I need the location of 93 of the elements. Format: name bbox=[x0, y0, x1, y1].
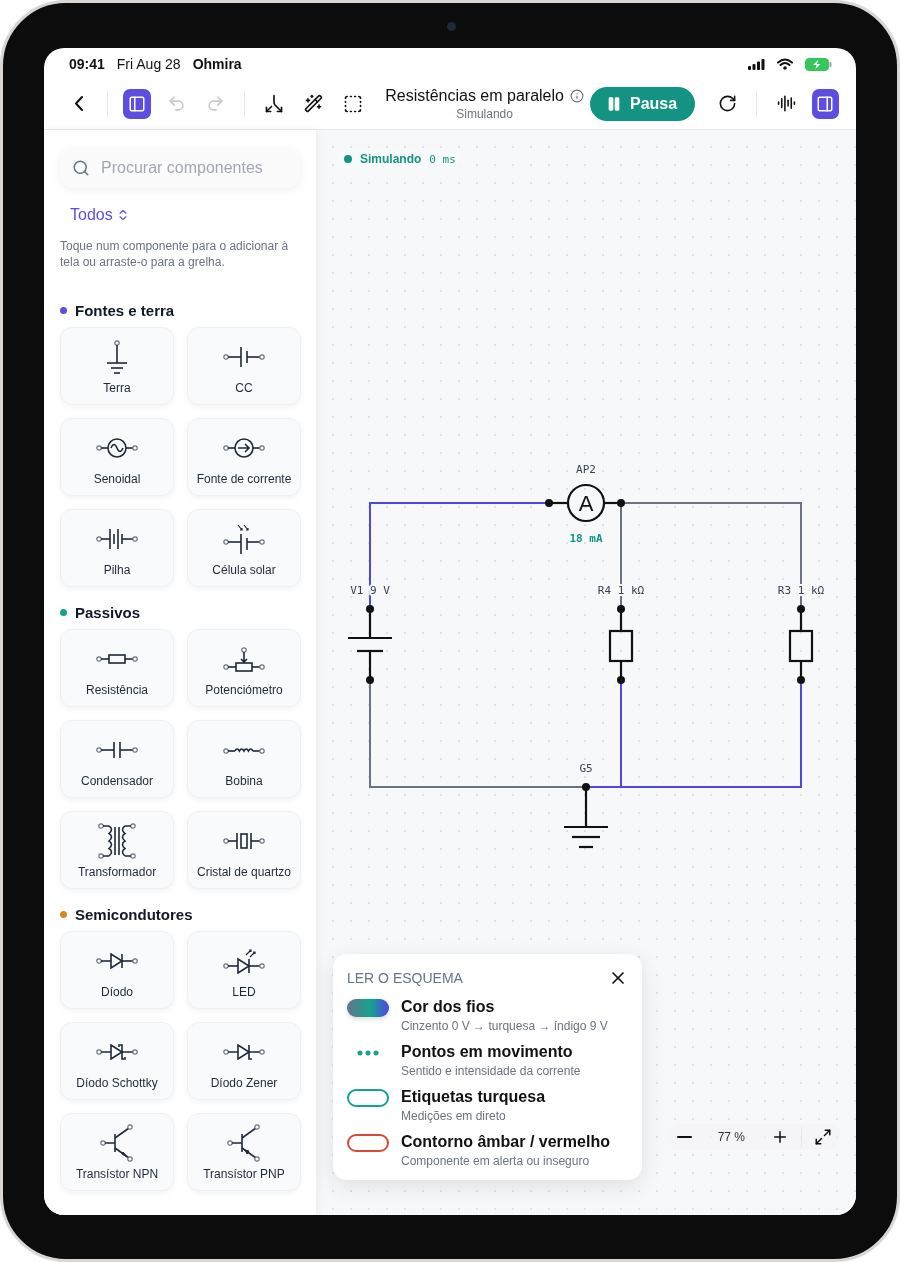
component-card[interactable]: Resistência bbox=[60, 629, 174, 707]
wifi-icon bbox=[777, 58, 793, 70]
document-title: Resistências em paralelo bbox=[385, 86, 564, 105]
reset-icon bbox=[718, 94, 738, 113]
simulation-status: Simulando bbox=[360, 152, 422, 166]
current-reading: 18 mA bbox=[569, 532, 603, 545]
component-card[interactable]: Célula solar bbox=[187, 509, 301, 587]
component-label: R4 1 kΩ bbox=[597, 584, 645, 597]
component-card[interactable]: Fonte de corrente bbox=[187, 418, 301, 496]
component-card[interactable]: Díodo Schottky bbox=[60, 1022, 174, 1100]
plus-icon bbox=[771, 1128, 789, 1146]
waveform-icon bbox=[776, 94, 796, 113]
section-title: Semicondutores bbox=[75, 906, 193, 923]
symbol-icon bbox=[96, 654, 138, 664]
symbol-icon bbox=[100, 1124, 134, 1162]
minus-icon bbox=[676, 1136, 692, 1138]
dc-source-symbol[interactable] bbox=[348, 605, 392, 684]
wand-icon bbox=[303, 94, 323, 113]
split-icon bbox=[263, 93, 284, 114]
symbol-icon bbox=[223, 832, 265, 850]
document-subtitle: Simulando bbox=[456, 106, 513, 121]
legend-item-title: Etiquetas turquesa bbox=[401, 1088, 546, 1106]
filter-dropdown[interactable]: Todos bbox=[70, 206, 130, 224]
component-label: G5 bbox=[579, 762, 593, 775]
legend-title: LER O ESQUEMA bbox=[347, 970, 463, 986]
app-name: Ohmira bbox=[192, 56, 242, 72]
component-card[interactable]: Condensador bbox=[60, 720, 174, 798]
zoom-level: 77 % bbox=[716, 1130, 746, 1144]
status-dot bbox=[344, 155, 352, 163]
legend-item-title: Cor dos fios bbox=[401, 998, 496, 1016]
status-date: Fri Aug 28 bbox=[116, 56, 181, 72]
component-card[interactable]: Díodo bbox=[60, 931, 174, 1009]
legend-item-title: Pontos em movimento bbox=[401, 1043, 574, 1061]
info-icon[interactable] bbox=[569, 88, 584, 103]
component-card[interactable]: Bobina bbox=[187, 720, 301, 798]
panel-icon bbox=[816, 94, 835, 113]
battery-icon bbox=[805, 57, 832, 71]
ground-symbol[interactable] bbox=[564, 783, 608, 849]
hint-text: Toque num componente para o adicionar à tela ou arraste-o para a grelha. bbox=[60, 238, 290, 270]
pause-button[interactable]: Pausa bbox=[589, 86, 696, 121]
legend-item-description: Sentido e intensidade da corrente bbox=[401, 1064, 581, 1078]
search-field[interactable]: Procurar componentes bbox=[60, 148, 300, 188]
resistor-symbol[interactable] bbox=[608, 605, 634, 684]
selection-icon bbox=[342, 93, 363, 114]
inspector-toggle[interactable] bbox=[811, 88, 840, 119]
legend-item-description: Cinzento 0 V → turquesa → índigo 9 V bbox=[401, 1019, 608, 1033]
component-card[interactable]: Transformador bbox=[60, 811, 174, 889]
undo-icon bbox=[166, 94, 186, 113]
component-card[interactable]: Transístor PNP bbox=[187, 1113, 301, 1191]
search-input[interactable]: Procurar componentes bbox=[99, 158, 288, 178]
component-card[interactable]: Díodo Zener bbox=[187, 1022, 301, 1100]
symbol-icon bbox=[96, 953, 138, 969]
component-card[interactable]: Transístor NPN bbox=[60, 1113, 174, 1191]
legend-item-title: Contorno âmbar / vermelho bbox=[401, 1133, 610, 1151]
symbol-icon bbox=[98, 823, 136, 859]
component-card[interactable]: Terra bbox=[60, 327, 174, 405]
sidebar-icon bbox=[127, 94, 146, 113]
status-time: 09:41 bbox=[69, 56, 105, 72]
component-card[interactable]: Potenciómetro bbox=[187, 629, 301, 707]
component-card[interactable]: CC bbox=[187, 327, 301, 405]
ammeter-symbol-letter: A bbox=[578, 491, 594, 516]
sidebar-toggle[interactable] bbox=[123, 88, 151, 119]
symbol-icon bbox=[223, 948, 265, 974]
symbol-icon bbox=[96, 528, 138, 550]
symbol-icon bbox=[96, 438, 138, 458]
signal-icon bbox=[748, 58, 765, 70]
symbol-icon bbox=[223, 746, 265, 754]
symbol-icon bbox=[96, 1044, 138, 1060]
camera-dot bbox=[447, 22, 456, 31]
symbol-icon bbox=[223, 646, 265, 672]
symbol-icon bbox=[223, 346, 265, 368]
symbol-icon bbox=[105, 339, 129, 375]
search-icon bbox=[72, 159, 90, 177]
symbol-icon bbox=[223, 523, 265, 555]
legend-item-description: Medições em direto bbox=[401, 1109, 507, 1123]
component-card[interactable]: Pilha bbox=[60, 509, 174, 587]
resistor-symbol[interactable] bbox=[788, 605, 814, 684]
symbol-icon bbox=[227, 1124, 261, 1162]
symbol-icon bbox=[223, 1044, 265, 1060]
symbol-icon bbox=[96, 741, 138, 759]
component-label: R3 1 kΩ bbox=[777, 584, 825, 597]
expand-icon bbox=[814, 1128, 832, 1146]
back-icon bbox=[74, 96, 83, 111]
component-label: AP2 bbox=[576, 463, 596, 476]
simulation-time: 0 ms bbox=[429, 152, 456, 166]
component-card[interactable]: LED bbox=[187, 931, 301, 1009]
component-card[interactable]: Senoidal bbox=[60, 418, 174, 496]
component-card[interactable]: Cristal de quartzo bbox=[187, 811, 301, 889]
ammeter-symbol[interactable] bbox=[545, 483, 625, 523]
section-title: Passivos bbox=[75, 604, 141, 621]
symbol-icon bbox=[223, 438, 265, 458]
section-title: Fontes e terra bbox=[75, 302, 175, 319]
legend-item-description: Componente em alerta ou inseguro bbox=[401, 1154, 591, 1168]
